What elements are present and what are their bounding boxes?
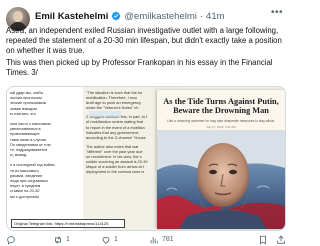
bookmark-icon — [260, 235, 266, 245]
share-icon — [277, 235, 285, 244]
ft-article-card: As the Tide Turns Against Putin, Beware … — [157, 90, 285, 229]
tweet-text-paragraph-1: Astra, an independent exiled Russian inv… — [6, 26, 282, 55]
author-handle[interactable]: @emilkastehelmi — [124, 11, 196, 22]
verified-badge-icon — [112, 11, 121, 21]
reply-button[interactable] — [6, 234, 19, 245]
author-name[interactable]: Emil Kastehelmi — [35, 11, 108, 22]
bookmark-button[interactable] — [258, 234, 268, 245]
heart-icon — [102, 236, 110, 244]
timestamp[interactable]: 41m — [206, 11, 224, 22]
article-headline: As the Tide Turns Against Putin, Beware … — [163, 97, 279, 115]
views-button[interactable]: 781 — [149, 234, 174, 245]
tweet-text-paragraph-2: This was then picked up by Professor Fra… — [6, 58, 273, 77]
like-button[interactable]: 1 — [101, 234, 118, 245]
tweet-header: Emil Kastehelmi @emilkastehelmi · 41m — [35, 9, 284, 23]
highlight-mark — [89, 111, 121, 117]
like-count: 1 — [114, 236, 118, 243]
separator-dot: · — [199, 10, 204, 22]
views-chart-icon — [150, 236, 158, 243]
russian-text-line: ми с доступным — [10, 193, 39, 199]
repost-count: 1 — [66, 236, 70, 243]
putin-illustration — [157, 130, 285, 229]
tweet-action-bar: 1 1 781 — [6, 234, 286, 245]
views-count: 781 — [162, 236, 174, 243]
avatar-head — [13, 11, 23, 22]
article-subheadline: Like a drowning swimmer he may take desp… — [167, 119, 275, 123]
share-button[interactable] — [276, 234, 286, 245]
repost-button[interactable]: 1 — [53, 234, 70, 245]
tweet-media-image[interactable]: ый удар мы, люби льным прогнозом ческие пр… — [6, 86, 286, 231]
telegram-link-caption: Original Telegram link: https://t.me/ast… — [11, 219, 125, 228]
reply-icon — [7, 235, 15, 244]
russian-text-panel: ый удар мы, люби льным прогнозом ческие пр… — [7, 87, 83, 230]
repost-icon — [55, 235, 61, 244]
article-meta: July 27, 2025, 6:00 AM — [206, 125, 236, 129]
more-icon[interactable]: ••• — [270, 8, 284, 18]
